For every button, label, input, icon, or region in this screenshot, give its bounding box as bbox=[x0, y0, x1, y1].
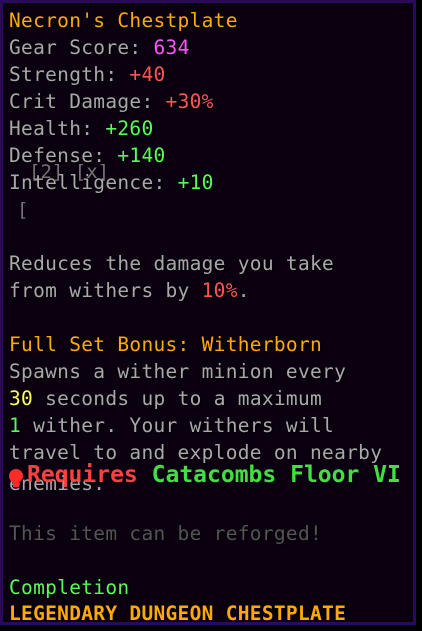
ability-text: . bbox=[237, 279, 250, 302]
rarity-line: LEGENDARY DUNGEON CHESTPLATE bbox=[9, 602, 347, 625]
set-bonus-line-1: Spawns a wither minion every bbox=[9, 360, 347, 383]
completion-label: Completion bbox=[9, 576, 130, 599]
stat-label: Crit Damage: bbox=[9, 90, 166, 113]
ability-line-2: from withers by 10%. bbox=[9, 277, 250, 304]
reforge-note: This item can be reforged! bbox=[9, 522, 323, 545]
set-bonus-text: wither. Your withers will bbox=[21, 414, 335, 437]
stat-gear-score: Gear Score: 634 bbox=[9, 34, 190, 61]
set-bonus-value: 30 bbox=[9, 387, 34, 410]
stat-label: Strength: bbox=[9, 63, 130, 86]
set-bonus-line-2: 30 seconds up to a maximum bbox=[9, 385, 322, 412]
stat-value: 634 bbox=[153, 36, 190, 59]
stat-value: +30% bbox=[165, 90, 214, 113]
set-bonus-text: seconds up to a maximum bbox=[33, 387, 323, 410]
requirement-label: Requires bbox=[27, 462, 152, 488]
gem-slot-overlay: [2] [x] bbox=[29, 161, 110, 183]
skull-icon bbox=[9, 469, 23, 487]
stat-value: +10 bbox=[177, 171, 214, 194]
stat-crit-damage: Crit Damage: +30% bbox=[9, 88, 214, 115]
stat-value: +40 bbox=[129, 63, 166, 86]
requirement-value: Catacombs Floor VI bbox=[151, 462, 401, 488]
stat-label: Health: bbox=[9, 117, 106, 140]
gem-slot-bracket: [ bbox=[17, 199, 29, 221]
item-name: Necron's Chestplate bbox=[9, 9, 238, 32]
ability-text: from withers by bbox=[9, 279, 202, 302]
stat-strength: Strength: +40 bbox=[9, 61, 166, 88]
ability-line-1: Reduces the damage you take bbox=[9, 252, 335, 275]
ability-value: 10% bbox=[201, 279, 238, 302]
set-bonus-line-3: 1 wither. Your withers will bbox=[9, 412, 334, 439]
set-bonus-value: 1 bbox=[9, 414, 22, 437]
stat-value: +140 bbox=[117, 144, 166, 167]
set-bonus-title: Full Set Bonus: Witherborn bbox=[9, 333, 323, 356]
stat-health: Health: +260 bbox=[9, 115, 154, 142]
item-tooltip: Necron's Chestplate Gear Score: 634 Stre… bbox=[0, 0, 416, 625]
requirement-line: Requires Catacombs Floor VI bbox=[9, 461, 401, 489]
stat-label: Gear Score: bbox=[9, 36, 154, 59]
stat-value: +260 bbox=[105, 117, 154, 140]
